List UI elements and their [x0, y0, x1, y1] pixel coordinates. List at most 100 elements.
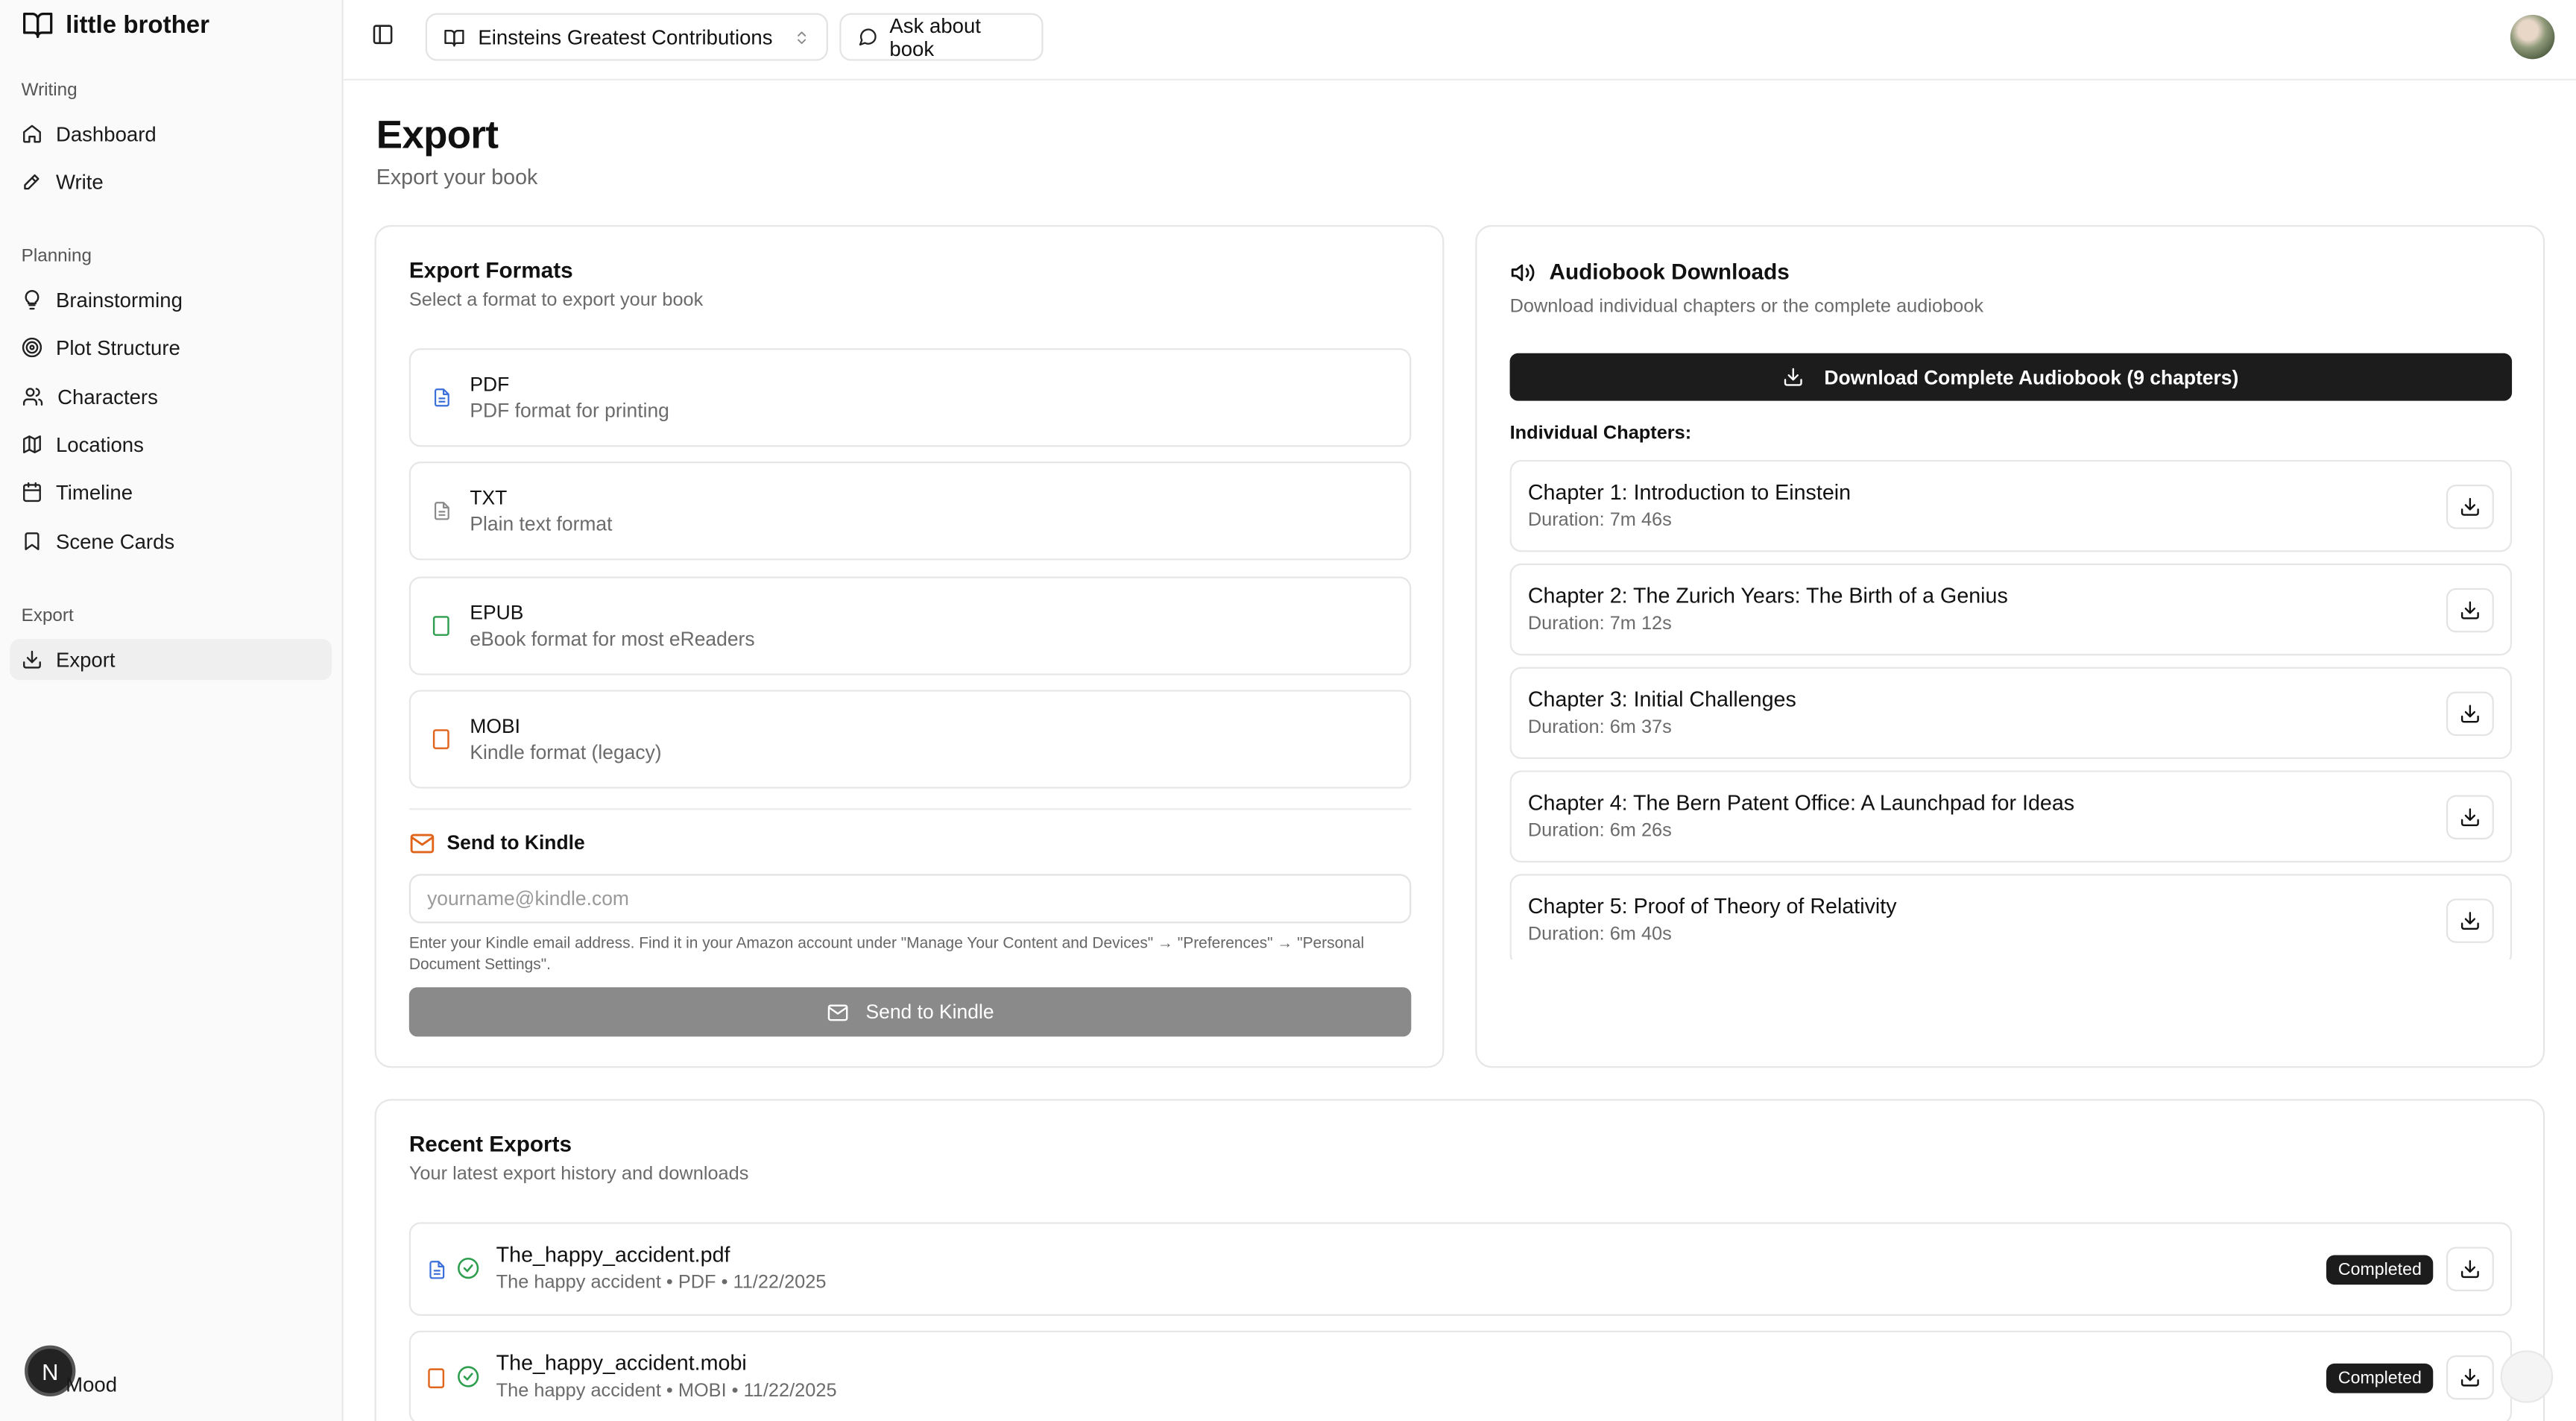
chapter-duration: Duration: 7m 12s [1527, 614, 1672, 634]
format-desc: Plain text format [470, 512, 613, 536]
sidebar: little brother Writing Dashboard Write P… [0, 0, 344, 1421]
chapters-label: Individual Chapters: [1509, 423, 1692, 444]
audiobook-description: Download individual chapters or the comp… [1509, 297, 1984, 318]
kindle-title: Send to Kindle [446, 831, 585, 854]
file-text-icon [434, 388, 449, 407]
export-row: The_happy_accident.mobi The happy accide… [408, 1330, 2513, 1421]
sidebar-item-characters[interactable]: Characters [10, 376, 332, 418]
chapter-title: Chapter 5: Proof of Theory of Relativity [1527, 893, 1897, 919]
book-open-icon [444, 28, 464, 46]
users-icon [22, 388, 43, 406]
export-download-button[interactable] [2446, 1247, 2494, 1291]
download-icon [2460, 601, 2479, 620]
panel-left-icon [373, 25, 393, 45]
chapter-list[interactable]: Chapter 1: Introduction to Einstein Dura… [1509, 459, 2513, 960]
chapter-title: Chapter 1: Introduction to Einstein [1527, 479, 1852, 505]
tablet-icon [428, 1368, 445, 1389]
format-name: PDF [470, 373, 510, 397]
chapter-download-button[interactable] [2446, 485, 2494, 529]
status-badge: Completed [2326, 1363, 2434, 1393]
chapter-duration: Duration: 7m 46s [1527, 511, 1672, 531]
nav-group-planning: Planning [21, 246, 92, 266]
topbar: Einsteins Greatest Contributions Ask abo… [343, 0, 2576, 81]
download-icon [1784, 368, 1803, 386]
sidebar-item-label: Plot Structure [55, 335, 180, 359]
sidebar-item-label: Write [55, 170, 104, 193]
sidebar-item-write[interactable]: Write [10, 161, 332, 202]
card-description: Select a format to export your book [408, 291, 704, 311]
sidebar-item-dashboard[interactable]: Dashboard [10, 113, 332, 154]
user-name[interactable]: Mood [66, 1373, 117, 1396]
format-option-mobi[interactable]: MOBI Kindle format (legacy) [408, 690, 1412, 789]
format-name: EPUB [470, 601, 524, 625]
format-option-pdf[interactable]: PDF PDF format for printing [408, 348, 1412, 447]
format-name: MOBI [470, 714, 520, 738]
download-icon [23, 650, 41, 669]
download-icon [2460, 912, 2479, 930]
map-icon [23, 435, 41, 453]
format-desc: PDF format for printing [470, 399, 669, 423]
sidebar-item-timeline[interactable]: Timeline [10, 471, 332, 512]
ask-about-book-button[interactable]: Ask about book [839, 13, 1044, 61]
export-download-button[interactable] [2446, 1355, 2494, 1400]
format-option-epub[interactable]: EPUB eBook format for most eReaders [408, 576, 1412, 675]
sidebar-item-scene-cards[interactable]: Scene Cards [10, 521, 332, 562]
chapter-download-button[interactable] [2446, 691, 2494, 737]
kindle-help-text: Enter your Kindle email address. Find it… [408, 934, 1365, 974]
recent-exports-card: Recent Exports Your latest export histor… [374, 1099, 2545, 1421]
sidebar-item-export[interactable]: Export [10, 639, 332, 681]
chapter-item: Chapter 2: The Zurich Years: The Birth o… [1509, 563, 2513, 656]
sidebar-toggle-button[interactable] [371, 23, 394, 54]
sidebar-item-plot-structure[interactable]: Plot Structure [10, 327, 332, 368]
chapter-download-button[interactable] [2446, 587, 2494, 633]
check-circle-icon [458, 1366, 479, 1387]
chapter-item: Chapter 5: Proof of Theory of Relativity… [1509, 874, 2513, 960]
download-icon [2460, 1260, 2479, 1279]
tablet-icon [432, 616, 449, 636]
target-icon [22, 337, 42, 358]
chevrons-up-down-icon [798, 31, 806, 43]
bookmark-icon [25, 532, 40, 550]
chapter-title: Chapter 3: Initial Challenges [1527, 687, 1796, 712]
chapter-download-button[interactable] [2446, 898, 2494, 943]
tablet-icon [432, 729, 449, 749]
page-title: Export [376, 113, 499, 158]
audiobook-card: Audiobook Downloads Download individual … [1475, 224, 2545, 1068]
pen-icon [24, 174, 40, 190]
divider [408, 808, 1412, 810]
lightbulb-icon [25, 290, 40, 310]
chapter-duration: Duration: 6m 37s [1527, 717, 1672, 738]
card-description: Your latest export history and downloads [408, 1165, 749, 1185]
chapter-download-button[interactable] [2446, 795, 2494, 839]
format-name: TXT [470, 486, 508, 510]
ask-button-label: Ask about book [889, 13, 981, 60]
download-complete-audiobook-button[interactable]: Download Complete Audiobook (9 chapters) [1509, 353, 2513, 401]
send-to-kindle-label: Send to Kindle [865, 1000, 994, 1024]
sidebar-item-label: Scene Cards [55, 529, 175, 553]
sidebar-item-locations[interactable]: Locations [10, 424, 332, 465]
floating-help-button[interactable] [2500, 1350, 2554, 1403]
export-filename: The_happy_accident.mobi [496, 1350, 747, 1376]
format-option-txt[interactable]: TXT Plain text format [408, 461, 1412, 561]
chapter-duration: Duration: 6m 40s [1527, 924, 1672, 945]
send-to-kindle-button[interactable]: Send to Kindle [408, 987, 1412, 1037]
card-title: Export Formats [408, 257, 573, 283]
book-select[interactable]: Einsteins Greatest Contributions [425, 13, 828, 61]
sidebar-item-brainstorming[interactable]: Brainstorming [10, 280, 332, 321]
export-meta: The happy accident • PDF • 11/22/2025 [496, 1273, 827, 1294]
export-filename: The_happy_accident.pdf [496, 1241, 730, 1267]
audiobook-heading: Audiobook Downloads [1510, 259, 1790, 284]
sidebar-item-label: Brainstorming [55, 288, 183, 312]
profile-avatar[interactable] [2510, 14, 2555, 60]
kindle-email-field[interactable] [408, 874, 1412, 924]
status-badge: Completed [2326, 1255, 2434, 1285]
message-circle-icon [859, 28, 877, 46]
sidebar-item-label: Characters [57, 385, 158, 409]
volume-icon [1511, 263, 1535, 280]
chapter-item: Chapter 1: Introduction to Einstein Dura… [1509, 459, 2513, 552]
sidebar-item-label: Locations [55, 432, 144, 456]
nav-group-export: Export [21, 606, 74, 626]
mail-icon [827, 1003, 848, 1021]
brand[interactable]: little brother [22, 10, 209, 40]
book-open-icon [23, 13, 53, 38]
